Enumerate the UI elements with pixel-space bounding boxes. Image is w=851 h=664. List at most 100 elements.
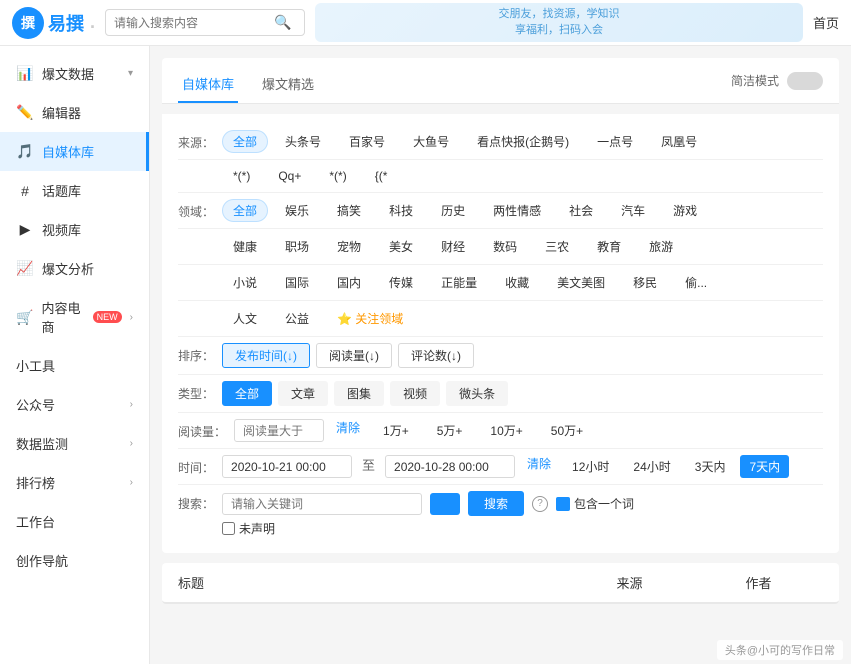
type-视频[interactable]: 视频 <box>390 381 440 406</box>
domain-历史[interactable]: 历史 <box>430 199 476 222</box>
time-end-input[interactable] <box>385 455 515 478</box>
read-50w[interactable]: 50万+ <box>540 419 594 442</box>
domain-filter-row3: 小说 国际 国内 传媒 正能量 收藏 美文美图 移民 偷... <box>178 265 823 301</box>
source-r2-4[interactable]: {(* <box>364 166 399 186</box>
type-全部[interactable]: 全部 <box>222 381 272 406</box>
read-clear-btn[interactable]: 清除 <box>330 419 366 442</box>
sidebar-item-内容电商[interactable]: 🛒 内容电商 NEW › <box>0 288 149 346</box>
sidebar-item-小工具[interactable]: 小工具 <box>0 346 149 385</box>
sidebar-item-话题库[interactable]: # 话题库 <box>0 171 149 210</box>
sidebar-item-视频库[interactable]: ▶ 视频库 <box>0 210 149 249</box>
toggle-switch[interactable] <box>787 72 823 90</box>
domain-美女[interactable]: 美女 <box>378 235 424 258</box>
sidebar-label: 工作台 <box>16 512 55 531</box>
source-r2-3[interactable]: *(*) <box>318 166 357 186</box>
domain-偷[interactable]: 偷... <box>674 271 718 294</box>
tab-自媒体库[interactable]: 自媒体库 <box>178 66 238 103</box>
top-search-input[interactable] <box>114 16 274 30</box>
source-头条号[interactable]: 头条号 <box>274 130 332 153</box>
domain-娱乐[interactable]: 娱乐 <box>274 199 320 222</box>
sort-read-count[interactable]: 阅读量(↓) <box>316 343 392 368</box>
sidebar-label: 视频库 <box>42 220 81 239</box>
search-help-icon[interactable]: ? <box>532 496 548 512</box>
type-图集[interactable]: 图集 <box>334 381 384 406</box>
domain-教育[interactable]: 教育 <box>586 235 632 258</box>
source-全部[interactable]: 全部 <box>222 130 268 153</box>
sidebar-item-编辑器[interactable]: ✏️ 编辑器 <box>0 93 149 132</box>
search-keyword-input[interactable] <box>222 493 422 515</box>
source-凤凰号[interactable]: 凤凰号 <box>650 130 708 153</box>
domain-小说[interactable]: 小说 <box>222 271 268 294</box>
domain-宠物[interactable]: 宠物 <box>326 235 372 258</box>
tab-爆文精选[interactable]: 爆文精选 <box>258 66 318 103</box>
search-button[interactable]: 搜索 <box>468 491 524 516</box>
domain-三农[interactable]: 三农 <box>534 235 580 258</box>
domain-财经[interactable]: 财经 <box>430 235 476 258</box>
read-1w[interactable]: 1万+ <box>372 419 420 442</box>
domain-收藏[interactable]: 收藏 <box>494 271 540 294</box>
search-toggle[interactable] <box>430 493 460 515</box>
domain-关注领域[interactable]: ⭐ 关注领域 <box>326 307 414 330</box>
domain-公益[interactable]: 公益 <box>274 307 320 330</box>
domain-游戏[interactable]: 游戏 <box>662 199 708 222</box>
domain-两性情感[interactable]: 两性情感 <box>482 199 552 222</box>
domain-社会[interactable]: 社会 <box>558 199 604 222</box>
source-r2-1[interactable]: *(*) <box>222 166 261 186</box>
domain-国际[interactable]: 国际 <box>274 271 320 294</box>
sidebar-item-工作台[interactable]: 工作台 <box>0 502 149 541</box>
source-看点快报[interactable]: 看点快报(企鹅号) <box>466 130 580 153</box>
sidebar-item-排行榜[interactable]: 排行榜 › <box>0 463 149 502</box>
domain-汽车[interactable]: 汽车 <box>610 199 656 222</box>
sidebar-item-爆文分析[interactable]: 📈 爆文分析 <box>0 249 149 288</box>
include-one-word[interactable]: 包含一个词 <box>556 495 634 512</box>
type-文章[interactable]: 文章 <box>278 381 328 406</box>
top-search-icon[interactable]: 🔍 <box>274 14 291 31</box>
domain-filter-row2: 健康 职场 宠物 美女 财经 数码 三农 教育 旅游 <box>178 229 823 265</box>
time-24h[interactable]: 24小时 <box>624 455 679 478</box>
arrow-icon: › <box>130 312 133 323</box>
domain-移民[interactable]: 移民 <box>622 271 668 294</box>
domain-数码[interactable]: 数码 <box>482 235 528 258</box>
read-5w[interactable]: 5万+ <box>426 419 474 442</box>
sort-comment-count[interactable]: 评论数(↓) <box>398 343 474 368</box>
no-declare-checkbox[interactable]: 未声明 <box>222 520 823 537</box>
domain-职场[interactable]: 职场 <box>274 235 320 258</box>
time-start-input[interactable] <box>222 455 352 478</box>
time-separator: 至 <box>358 455 379 478</box>
filter-panel: 来源： 全部 头条号 百家号 大鱼号 看点快报(企鹅号) 一点号 凤凰号 *(*… <box>162 114 839 553</box>
top-search-bar[interactable]: 🔍 <box>105 9 305 36</box>
time-12h[interactable]: 12小时 <box>563 455 618 478</box>
sort-publish-time[interactable]: 发布时间(↓) <box>222 343 310 368</box>
type-微头条[interactable]: 微头条 <box>446 381 508 406</box>
read-10w[interactable]: 10万+ <box>479 419 533 442</box>
search-options: 搜索 ? 包含一个词 未声明 <box>222 491 823 537</box>
domain-正能量[interactable]: 正能量 <box>430 271 488 294</box>
source-百家号[interactable]: 百家号 <box>338 130 396 153</box>
source-一点号[interactable]: 一点号 <box>586 130 644 153</box>
no-declare-input[interactable] <box>222 522 235 535</box>
domain-传媒[interactable]: 传媒 <box>378 271 424 294</box>
source-r2-2[interactable]: Qq+ <box>267 166 312 186</box>
read-input[interactable] <box>234 419 324 442</box>
sidebar-item-数据监测[interactable]: 数据监测 › <box>0 424 149 463</box>
simple-mode-toggle[interactable]: 简洁模式 <box>731 72 823 90</box>
home-nav[interactable]: 首页 <box>813 13 839 32</box>
domain-旅游[interactable]: 旅游 <box>638 235 684 258</box>
sidebar-item-自媒体库[interactable]: 🎵 自媒体库 <box>0 132 149 171</box>
time-3d[interactable]: 3天内 <box>686 455 735 478</box>
domain-国内[interactable]: 国内 <box>326 271 372 294</box>
source-大鱼号[interactable]: 大鱼号 <box>402 130 460 153</box>
domain-人文[interactable]: 人文 <box>222 307 268 330</box>
sidebar-item-创作导航[interactable]: 创作导航 <box>0 541 149 580</box>
sidebar-item-爆文数据[interactable]: 📊 爆文数据 ▾ <box>0 54 149 93</box>
col-author: 作者 <box>694 573 823 592</box>
domain-搞笑[interactable]: 搞笑 <box>326 199 372 222</box>
time-7d[interactable]: 7天内 <box>740 455 789 478</box>
sidebar-item-公众号[interactable]: 公众号 › <box>0 385 149 424</box>
domain-科技[interactable]: 科技 <box>378 199 424 222</box>
domain-美文美图[interactable]: 美文美图 <box>546 271 616 294</box>
top-banner: 交朋友，找资源，学知识 享福利，扫码入会 <box>315 3 803 42</box>
time-clear-btn[interactable]: 清除 <box>521 455 557 478</box>
domain-健康[interactable]: 健康 <box>222 235 268 258</box>
domain-全部[interactable]: 全部 <box>222 199 268 222</box>
